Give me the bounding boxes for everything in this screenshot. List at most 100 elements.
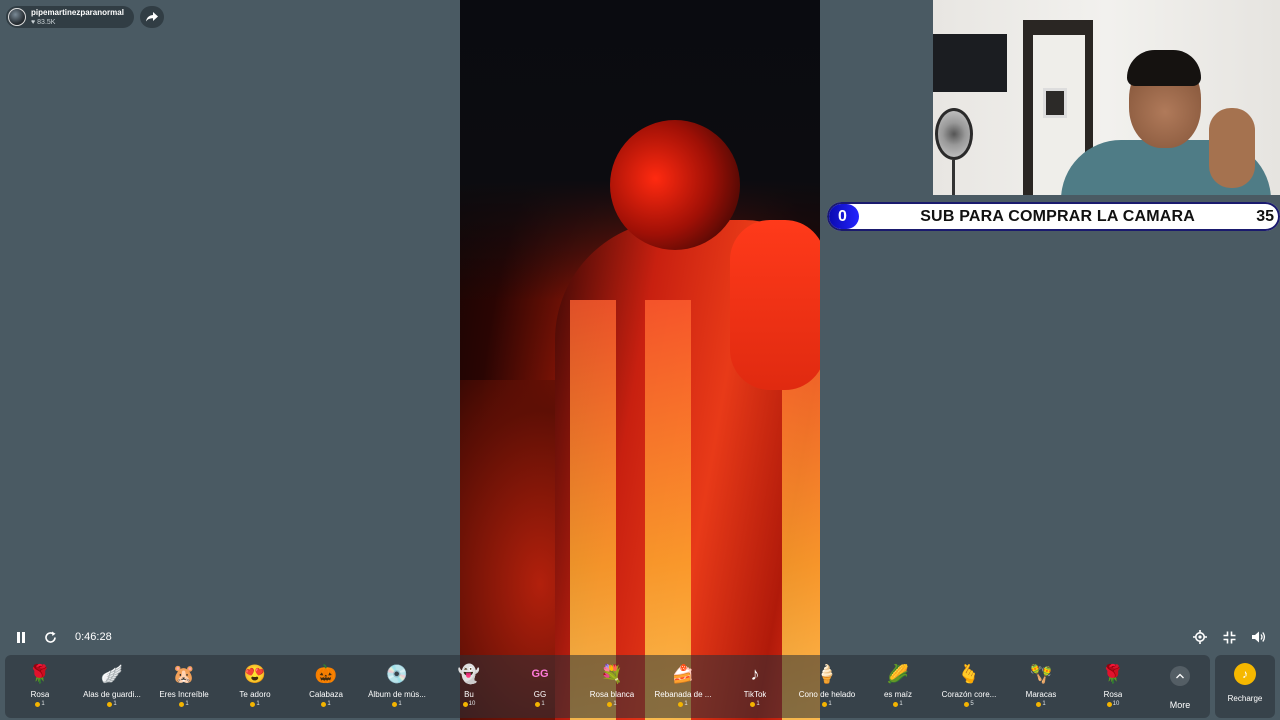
gift-item[interactable]: 💐 Rosa blanca 1	[577, 660, 647, 716]
gift-name: Te adoro	[239, 690, 271, 699]
coin-icon	[750, 701, 756, 707]
pause-icon	[17, 631, 25, 643]
coin-icon	[392, 701, 398, 707]
recharge-label: Recharge	[1227, 694, 1263, 703]
gift-item[interactable]: 🎃 Calabaza 1	[291, 660, 361, 716]
gift-name: GG	[533, 690, 547, 699]
coin-icon	[321, 701, 327, 707]
gift-item[interactable]: 💿 Álbum de mús... 1	[362, 660, 432, 716]
pumpkin-icon: 🎃	[314, 663, 338, 684]
gift-price: 1	[107, 701, 117, 707]
chevron-up-icon	[1170, 666, 1190, 686]
gift-item[interactable]: 🪇 Maracas 1	[1006, 660, 1076, 716]
gift-name: Corazón core...	[941, 690, 997, 699]
goal-target-count: 35	[1256, 207, 1274, 225]
webcam-scene-person-hand	[1209, 108, 1255, 188]
more-gifts-button[interactable]: More	[1160, 662, 1200, 712]
sub-goal-bar: 0 SUB PARA COMPRAR LA CAMARA 35	[827, 202, 1280, 231]
gift-price: 1	[250, 701, 260, 707]
coin-icon: ♪	[1234, 663, 1256, 685]
webcam-scene-fan-pole	[952, 160, 955, 195]
likes-count: 83.5K	[37, 18, 56, 26]
gift-name: Rebanada de ...	[654, 690, 712, 699]
gift-name: Bu	[464, 690, 474, 699]
gift-item[interactable]: 🍰 Rebanada de ... 1	[648, 660, 718, 716]
cake-slice-icon: 🍰	[671, 663, 695, 684]
gift-item[interactable]: 🌹 Rosa 1	[5, 660, 75, 716]
video-scene-person-arm	[730, 220, 820, 390]
streamer-badge[interactable]: pipemartinezparanormal ♥ 83.5K	[6, 6, 134, 28]
gg-icon: GG	[531, 668, 549, 680]
settings-icon	[1193, 630, 1207, 644]
gift-item[interactable]: 🌽 es maíz 1	[863, 660, 933, 716]
streamer-info: pipemartinezparanormal ♥ 83.5K	[31, 8, 124, 26]
refresh-icon	[44, 631, 56, 643]
webcam-scene-tv	[933, 34, 1007, 92]
gift-name: Álbum de mús...	[368, 690, 426, 699]
gift-price-value: 10	[468, 701, 476, 707]
webcam-scene-fan	[935, 108, 973, 160]
exit-fullscreen-button[interactable]	[1220, 628, 1238, 646]
coin-icon	[1106, 701, 1112, 707]
gift-price-value: 1	[41, 701, 45, 707]
volume-icon	[1252, 631, 1266, 643]
rose-icon: 🌹	[1101, 663, 1125, 684]
coin-icon	[535, 701, 541, 707]
gift-item[interactable]: 👻 Bu 10	[434, 660, 504, 716]
gift-price-value: 1	[756, 701, 760, 707]
pause-button[interactable]	[12, 628, 30, 646]
gift-item[interactable]: 🐹 Eres Increíble 1	[149, 660, 219, 716]
gift-price: 1	[535, 701, 545, 707]
video-scene-person-head	[610, 120, 740, 250]
recharge-button[interactable]: ♪ Recharge	[1215, 655, 1275, 718]
ice-cream-icon: 🍦	[815, 663, 839, 684]
coin-icon	[678, 701, 684, 707]
gift-item[interactable]: 🍦 Cono de helado 1	[792, 660, 862, 716]
ghost-icon: 👻	[457, 663, 481, 684]
music-album-icon: 💿	[385, 663, 409, 684]
tiktok-icon: ♪	[750, 663, 760, 684]
gift-name: Alas de guardi...	[83, 690, 141, 699]
volume-button[interactable]	[1250, 628, 1268, 646]
gift-item[interactable]: GG GG 1	[505, 660, 575, 716]
collapse-icon	[1223, 631, 1235, 643]
gift-price-value: 1	[398, 701, 402, 707]
gift-price: 1	[321, 701, 331, 707]
hamster-icon: 🐹	[172, 663, 196, 684]
gift-item[interactable]: 🫰 Corazón core... 5	[934, 660, 1004, 716]
streamer-name[interactable]: pipemartinezparanormal	[31, 8, 124, 17]
coin-icon	[462, 701, 468, 707]
webcam-scene-picture-frame	[1043, 88, 1067, 118]
gift-price: 1	[1036, 701, 1046, 707]
gift-price-value: 10	[1112, 701, 1120, 707]
settings-button[interactable]	[1191, 628, 1209, 646]
webcam-overlay	[933, 0, 1280, 195]
finger-heart-icon: 🫰	[957, 663, 981, 684]
coin-icon	[607, 701, 613, 707]
wings-icon: 🪽	[100, 663, 124, 684]
gift-item[interactable]: ♪ TikTok 1	[720, 660, 790, 716]
coin-icon	[35, 701, 41, 707]
gift-name: Rosa	[30, 690, 50, 699]
gift-price: 1	[607, 701, 617, 707]
gift-price: 1	[822, 701, 832, 707]
heart-icon: 😍	[243, 663, 267, 684]
gift-price: 5	[964, 701, 974, 707]
gift-item[interactable]: 🪽 Alas de guardi... 1	[77, 660, 147, 716]
gift-name: Rosa	[1103, 690, 1123, 699]
share-icon	[146, 12, 158, 22]
refresh-button[interactable]	[41, 628, 59, 646]
gift-price-value: 1	[113, 701, 117, 707]
gift-item[interactable]: 🌹 Rosa 10	[1078, 660, 1148, 716]
avatar[interactable]	[8, 8, 26, 26]
gift-name: Cono de helado	[798, 690, 856, 699]
gift-item[interactable]: 😍 Te adoro 1	[220, 660, 290, 716]
live-video[interactable]	[460, 0, 820, 720]
gift-name: TikTok	[743, 690, 767, 699]
gift-price-value: 1	[185, 701, 189, 707]
coin-icon	[1036, 701, 1042, 707]
share-button[interactable]	[140, 6, 164, 28]
rose-icon: 🌹	[28, 663, 52, 684]
coin-icon	[822, 701, 828, 707]
corn-icon: 🌽	[886, 663, 910, 684]
